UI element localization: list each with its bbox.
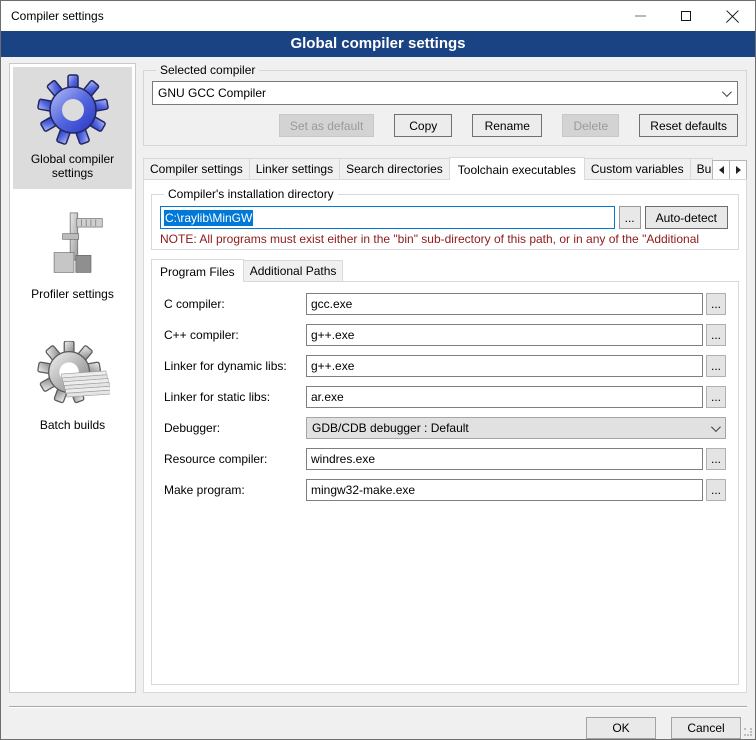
copy-button[interactable]: Copy xyxy=(394,114,452,137)
compiler-tabs: Compiler settings Linker settings Search… xyxy=(143,157,747,180)
minimize-icon xyxy=(635,15,646,17)
cancel-button[interactable]: Cancel xyxy=(671,717,741,739)
installation-directory-input[interactable]: C:\raylib\MinGW xyxy=(160,206,615,229)
linker-dynamic-browse-button[interactable]: ... xyxy=(706,355,726,377)
dialog-body: Global compiler settings Profi xyxy=(1,57,755,698)
tab-build-options[interactable]: Build xyxy=(690,158,713,180)
chevron-down-icon xyxy=(711,422,721,432)
rename-button[interactable]: Rename xyxy=(472,114,542,137)
program-files-page: C compiler: ... C++ compiler: ... Linker… xyxy=(151,281,739,685)
field-row-c-compiler: C compiler: ... xyxy=(164,293,726,315)
compiler-settings-dialog: Compiler settings Global compiler settin… xyxy=(0,0,756,740)
installation-directory-value: C:\raylib\MinGW xyxy=(164,210,253,226)
cpp-compiler-browse-button[interactable]: ... xyxy=(706,324,726,346)
ok-button[interactable]: OK xyxy=(586,717,656,739)
installation-directory-group: Compiler's installation directory C:\ray… xyxy=(151,187,739,250)
note-text: NOTE: All programs must exist either in … xyxy=(160,232,728,246)
tab-toolchain-executables[interactable]: Toolchain executables xyxy=(449,157,585,180)
sidebar-item-label: Batch builds xyxy=(40,418,105,432)
debugger-select[interactable]: GDB/CDB debugger : Default xyxy=(306,417,726,439)
field-row-cpp-compiler: C++ compiler: ... xyxy=(164,324,726,346)
resize-grip[interactable] xyxy=(744,728,752,736)
toolchain-subtabs: Program Files Additional Paths xyxy=(151,259,739,282)
make-program-input[interactable] xyxy=(306,479,703,501)
field-row-make-program: Make program: ... xyxy=(164,479,726,501)
tab-scroll-buttons xyxy=(712,160,747,180)
compiler-select-value: GNU GCC Compiler xyxy=(158,86,722,100)
field-row-debugger: Debugger: GDB/CDB debugger : Default xyxy=(164,417,726,439)
browse-directory-button[interactable]: ... xyxy=(619,206,641,229)
tab-linker-settings[interactable]: Linker settings xyxy=(249,158,340,180)
cpp-compiler-input[interactable] xyxy=(306,324,703,346)
tab-compiler-settings[interactable]: Compiler settings xyxy=(143,158,250,180)
close-button[interactable] xyxy=(709,1,755,31)
c-compiler-input[interactable] xyxy=(306,293,703,315)
field-row-linker-static: Linker for static libs: ... xyxy=(164,386,726,408)
main-panel: Selected compiler GNU GCC Compiler Set a… xyxy=(143,63,747,693)
tab-scroll-left-button[interactable] xyxy=(712,160,730,180)
window-title: Compiler settings xyxy=(1,9,104,23)
make-program-browse-button[interactable]: ... xyxy=(706,479,726,501)
chevron-down-icon xyxy=(722,87,732,97)
set-as-default-button[interactable]: Set as default xyxy=(279,114,374,137)
c-compiler-browse-button[interactable]: ... xyxy=(706,293,726,315)
gear-stack-icon xyxy=(36,340,110,412)
toolchain-executables-page: Compiler's installation directory C:\ray… xyxy=(143,179,747,693)
titlebar: Compiler settings xyxy=(1,1,755,31)
tab-search-directories[interactable]: Search directories xyxy=(339,158,450,180)
maximize-button[interactable] xyxy=(663,1,709,31)
field-row-linker-dynamic: Linker for dynamic libs: ... xyxy=(164,355,726,377)
linker-dynamic-label: Linker for dynamic libs: xyxy=(164,359,306,373)
compiler-select[interactable]: GNU GCC Compiler xyxy=(152,81,738,105)
maximize-icon xyxy=(681,11,691,21)
auto-detect-button[interactable]: Auto-detect xyxy=(645,206,728,229)
gear-icon xyxy=(37,74,109,146)
c-compiler-label: C compiler: xyxy=(164,297,306,311)
resource-compiler-input[interactable] xyxy=(306,448,703,470)
sidebar-item-label: Profiler settings xyxy=(31,287,114,301)
tab-additional-paths[interactable]: Additional Paths xyxy=(243,260,344,282)
footer: OK Cancel xyxy=(1,708,755,739)
close-icon xyxy=(725,9,740,24)
tab-scroll-right-button[interactable] xyxy=(729,160,747,180)
resource-compiler-browse-button[interactable]: ... xyxy=(706,448,726,470)
tab-custom-variables[interactable]: Custom variables xyxy=(584,158,691,180)
debugger-label: Debugger: xyxy=(164,421,306,435)
linker-static-browse-button[interactable]: ... xyxy=(706,386,726,408)
sidebar-item-label: Global compiler settings xyxy=(15,152,130,180)
tab-program-files[interactable]: Program Files xyxy=(151,259,244,282)
linker-static-label: Linker for static libs: xyxy=(164,390,306,404)
delete-button[interactable]: Delete xyxy=(562,114,619,137)
debugger-select-value: GDB/CDB debugger : Default xyxy=(312,421,711,435)
linker-static-input[interactable] xyxy=(306,386,703,408)
sidebar-item-profiler-settings[interactable]: Profiler settings xyxy=(13,202,132,310)
make-program-label: Make program: xyxy=(164,483,306,497)
triangle-left-icon xyxy=(719,166,724,174)
field-row-resource-compiler: Resource compiler: ... xyxy=(164,448,726,470)
sidebar-item-batch-builds[interactable]: Batch builds xyxy=(13,333,132,441)
minimize-button[interactable] xyxy=(617,1,663,31)
selected-compiler-group: Selected compiler GNU GCC Compiler Set a… xyxy=(143,63,747,146)
selected-compiler-group-label: Selected compiler xyxy=(156,63,259,77)
page-title: Global compiler settings xyxy=(1,31,755,57)
linker-dynamic-input[interactable] xyxy=(306,355,703,377)
resource-compiler-label: Resource compiler: xyxy=(164,452,306,466)
installation-directory-group-label: Compiler's installation directory xyxy=(164,187,338,201)
window-controls xyxy=(617,1,755,31)
sidebar: Global compiler settings Profi xyxy=(9,63,136,693)
compiler-buttons-row: Set as default Copy Rename Delete Reset … xyxy=(152,114,738,137)
sidebar-item-global-compiler-settings[interactable]: Global compiler settings xyxy=(13,67,132,189)
reset-defaults-button[interactable]: Reset defaults xyxy=(639,114,738,137)
triangle-right-icon xyxy=(736,166,741,174)
caliper-icon xyxy=(39,209,107,281)
installation-directory-row: C:\raylib\MinGW ... Auto-detect xyxy=(160,206,728,229)
cpp-compiler-label: C++ compiler: xyxy=(164,328,306,342)
